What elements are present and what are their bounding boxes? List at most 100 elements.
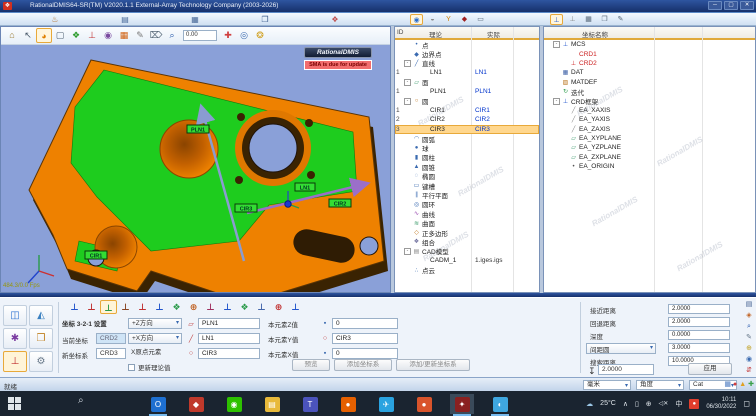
element-input[interactable]: CIR3 (198, 348, 260, 359)
ime-indicator[interactable]: 中 (675, 399, 682, 409)
status-icon[interactable]: ● (733, 380, 737, 390)
feature-tree-row[interactable]: 1 PLN1 PLN1 (395, 87, 539, 96)
coordinate-method-icon[interactable]: ⊥ (100, 300, 117, 314)
element-input[interactable]: LN1 (198, 333, 260, 344)
expand-toggle[interactable] (404, 182, 411, 189)
feature-tree-row[interactable]: ∴ 点云 (395, 265, 539, 274)
distance-input[interactable]: 2.0000 (668, 317, 730, 327)
viewport-tool-icon[interactable]: ⌦ (148, 28, 164, 43)
distance-input[interactable]: 2.0000 (668, 304, 730, 314)
viewport-tool-icon[interactable]: ⌕ (164, 28, 180, 43)
volume-muted-icon[interactable]: ◁✕ (659, 400, 669, 407)
coordinate-tree-row[interactable]: ▱ EA_YZPLANE (544, 143, 755, 152)
side-mode-icon[interactable]: ⚙ (29, 351, 53, 372)
taskbar-app[interactable]: ◐ (488, 394, 512, 414)
expand-toggle[interactable] (561, 163, 568, 170)
coordinate-tree-row[interactable]: - ⊥ CRD框架 (544, 96, 755, 105)
viewport-tool-icon[interactable]: ◕ (36, 28, 52, 43)
current-coord-field[interactable]: CRD2 (96, 333, 126, 344)
taskbar-app[interactable]: ◉ (222, 394, 246, 414)
coordinate-method-icon[interactable]: ⊥ (287, 300, 304, 314)
taskbar-clock[interactable]: 10:11 06/30/2022 (706, 397, 736, 411)
expand-toggle[interactable] (561, 51, 568, 58)
element-input[interactable]: PLN1 (198, 318, 260, 329)
direction-select[interactable]: X原点元素▾ (128, 348, 182, 359)
panel-side-icon[interactable]: ⌕ (743, 322, 755, 332)
feature-tree-row[interactable]: ◌ 椭圆 (395, 171, 539, 180)
window-control-button[interactable]: ─ (708, 1, 722, 10)
feature-panel-tab-icon[interactable]: Y (442, 14, 455, 25)
status-icon[interactable]: ✚ (748, 380, 754, 390)
coordinate-method-icon[interactable]: ⊥ (202, 300, 219, 314)
viewport-tool-icon[interactable]: ❖ (68, 28, 84, 43)
apply-button[interactable]: 应用 (688, 363, 732, 375)
coordinate-method-icon[interactable]: ⊕ (270, 300, 287, 314)
status-icon[interactable]: ▲ (739, 380, 746, 390)
coord-panel-tab-icon[interactable]: ⊥ (566, 14, 579, 25)
viewport-tool-icon[interactable]: ▢ (52, 28, 68, 43)
feature-tree-row[interactable]: 2 CIR2 CIR2 (395, 115, 539, 124)
weather-icon[interactable]: ☁ (586, 400, 593, 408)
feature-tree-row[interactable]: ◇ 正多边形 (395, 228, 539, 237)
side-mode-icon[interactable]: ◭ (29, 305, 53, 326)
coordinate-tree-row[interactable]: ▦ DAT (544, 68, 755, 77)
feature-tree-row[interactable]: ◠ 圆弧 (395, 134, 539, 143)
expand-toggle[interactable] (404, 267, 411, 274)
feature-tree-row[interactable]: ◎ 圆环 (395, 200, 539, 209)
expand-toggle[interactable] (404, 210, 411, 217)
coordinate-tree-row[interactable]: ╱ EA_XAXIS (544, 106, 755, 115)
expand-toggle[interactable] (561, 60, 568, 67)
taskbar-app[interactable]: T (298, 394, 322, 414)
feature-panel-tab-icon[interactable]: ▭ (474, 14, 487, 25)
feature-tree-row[interactable]: ≋ 曲面 (395, 218, 539, 227)
side-mode-icon[interactable]: ⊥ (3, 351, 27, 372)
coordinate-tree-row[interactable]: ⊥ CRD2 (544, 59, 755, 68)
feature-panel-tab-icon[interactable]: ◆ (458, 14, 471, 25)
viewport-tool-icon[interactable]: ↖ (20, 28, 36, 43)
add-coordinate-button[interactable]: 添加坐标系 (334, 359, 392, 371)
coord-panel-tab-icon[interactable]: ▦ (582, 14, 595, 25)
expand-toggle[interactable] (404, 154, 411, 161)
taskbar-app[interactable]: ◆ (184, 394, 208, 414)
feature-tree-row[interactable]: ▲ 圆锥 (395, 162, 539, 171)
coordinate-tree-row[interactable]: ▱ EA_ZXPLANE (544, 153, 755, 162)
add-update-coordinate-button[interactable]: 添加/更新坐标系 (396, 359, 470, 371)
notification-icon[interactable]: ◻ (743, 399, 750, 408)
element-value-input[interactable]: 0 (332, 348, 398, 359)
coordinate-tree-row[interactable]: • EA_ORIGIN (544, 162, 755, 171)
status-unit-select[interactable]: 角度▾ (636, 380, 684, 390)
coordinate-tree-row[interactable]: ↻ 迭代 (544, 87, 755, 96)
feature-tree-row[interactable]: ◆ 边界点 (395, 49, 539, 58)
preview-button[interactable]: 预览 (292, 359, 330, 371)
feature-tree-row[interactable]: - ╱ 直线 (395, 59, 539, 68)
network-icon[interactable]: ⊕ (646, 400, 652, 408)
window-control-button[interactable]: ✕ (740, 1, 754, 10)
expand-toggle[interactable] (404, 144, 411, 151)
viewport-tool-icon[interactable]: ⌂ (4, 28, 20, 43)
feature-tree-row[interactable]: 3 CIR3 CIR3 (395, 125, 539, 134)
start-button[interactable] (8, 397, 21, 410)
expand-toggle[interactable] (561, 107, 568, 114)
feature-tree-row[interactable]: 1 LN1 LN1 (395, 68, 539, 77)
expand-toggle[interactable]: - (404, 60, 411, 67)
zoom-value-input[interactable]: 0.00 (183, 30, 217, 41)
update-banner[interactable]: SMA is due for update (304, 60, 372, 70)
expand-toggle[interactable]: - (404, 248, 411, 255)
direction-select[interactable]: +Z方向▾ (128, 318, 182, 329)
feature-panel-tab-icon[interactable]: ◒ (426, 14, 439, 25)
feature-tree-row[interactable]: - ▤ CAD模型 (395, 247, 539, 256)
expand-toggle[interactable] (561, 144, 568, 151)
expand-toggle[interactable] (561, 126, 568, 133)
panel-side-icon[interactable]: ⊕ (743, 344, 755, 354)
expand-toggle[interactable] (553, 88, 560, 95)
viewport-tool-icon[interactable]: ✚ (220, 28, 236, 43)
ribbon-tab-icon[interactable]: ❖ (324, 15, 346, 24)
ribbon-tab-icon[interactable]: ▦ (184, 15, 206, 24)
expand-toggle[interactable] (553, 69, 560, 76)
feature-tree-row[interactable]: ● 球 (395, 143, 539, 152)
panel-side-icon[interactable]: ◉ (743, 355, 755, 365)
element-value-input[interactable]: CIR3 (332, 333, 398, 344)
expand-toggle[interactable] (404, 41, 411, 48)
expand-toggle[interactable] (404, 201, 411, 208)
coordinate-method-icon[interactable]: ⊥ (151, 300, 168, 314)
